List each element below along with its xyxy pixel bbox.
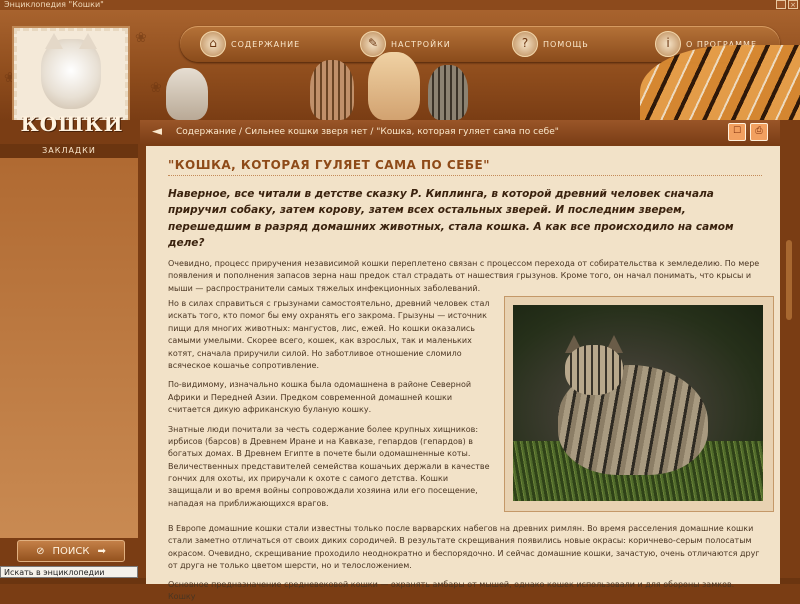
wild-cat-photo [513, 305, 763, 501]
scrollbar-thumb[interactable] [786, 240, 792, 320]
breadcrumb[interactable]: Содержание / Сильнее кошки зверя нет / "… [176, 127, 559, 137]
gray-cat-image [428, 65, 468, 120]
info-icon: i [655, 31, 681, 57]
app-header: ❀ ❀ ❀ ⌂ СОДЕРЖАНИЕ ✎ НАСТРОЙКИ ? ПОМОЩЬ … [0, 10, 800, 120]
tab-bookmarks[interactable]: ЗАКЛАДКИ [0, 144, 138, 158]
scrollbar[interactable] [780, 120, 800, 578]
menu-item-contents[interactable]: ⌂ СОДЕРЖАНИЕ [200, 29, 300, 59]
article-paragraph: По-видимому, изначально кошка была одома… [168, 380, 472, 415]
paw-print-icon: ❀ [135, 30, 147, 46]
article-title: "КОШКА, КОТОРАЯ ГУЛЯЕТ САМА ПО СЕБЕ" [168, 158, 762, 176]
tabby-cat-image [310, 60, 354, 120]
siamese-cat-image [166, 68, 208, 120]
navigation-bar: ◄ Содержание / Сильнее кошки зверя нет /… [140, 120, 780, 144]
status-bar: Искать в энциклопедии [0, 566, 138, 578]
arrow-right-icon: ➡ [97, 545, 106, 557]
article-paragraph: Очевидно, процесс приручения независимой… [168, 259, 760, 293]
article: "КОШКА, КОТОРАЯ ГУЛЯЕТ САМА ПО СЕБЕ" Нав… [168, 158, 774, 601]
photo-frame [504, 296, 774, 512]
minimize-button[interactable]: _ [776, 0, 786, 9]
article-paragraph: Но в силах справиться с грызунами самост… [168, 299, 490, 370]
help-icon: ? [512, 31, 538, 57]
sidebar-panel [0, 158, 138, 538]
window-titlebar: Энциклопедия "Кошки" _ × [0, 0, 800, 10]
nav-tools: ☐ ⎙ [728, 123, 768, 141]
bookmark-icon[interactable]: ☐ [728, 123, 746, 141]
search-button[interactable]: ⊘ ПОИСК ➡ [17, 540, 125, 562]
window-title: Энциклопедия "Кошки" [4, 0, 104, 9]
app-logo: КОШКИ [20, 112, 124, 136]
home-icon: ⌂ [200, 31, 226, 57]
search-icon: ⊘ [36, 545, 45, 557]
article-paragraph: Основное предназначение средневековой ко… [168, 580, 735, 602]
search-label: ПОИСК [52, 545, 90, 557]
menu-label: ПОМОЩЬ [543, 39, 589, 49]
article-lead: Наверное, все читали в детстве сказку Р.… [168, 188, 734, 249]
article-page: "КОШКА, КОТОРАЯ ГУЛЯЕТ САМА ПО СЕБЕ" Нав… [146, 146, 780, 601]
article-paragraph: Знатные люди почитали за честь содержани… [168, 424, 490, 508]
menu-label: СОДЕРЖАНИЕ [231, 39, 301, 49]
paw-print-icon: ❀ [150, 80, 162, 96]
kitten-image [41, 33, 101, 109]
article-column: Но в силах справиться с грызунами самост… [168, 298, 494, 510]
article-paragraph: В Европе домашние кошки стали известны т… [168, 524, 760, 571]
menu-label: НАСТРОЙКИ [391, 39, 451, 49]
close-button[interactable]: × [788, 0, 798, 9]
back-arrow-icon[interactable]: ◄ [144, 123, 170, 141]
window-controls: _ × [776, 0, 798, 9]
menu-item-help[interactable]: ? ПОМОЩЬ [512, 29, 589, 59]
logo-stamp [14, 28, 128, 120]
print-icon[interactable]: ⎙ [750, 123, 768, 141]
ginger-cat-image [368, 52, 420, 120]
